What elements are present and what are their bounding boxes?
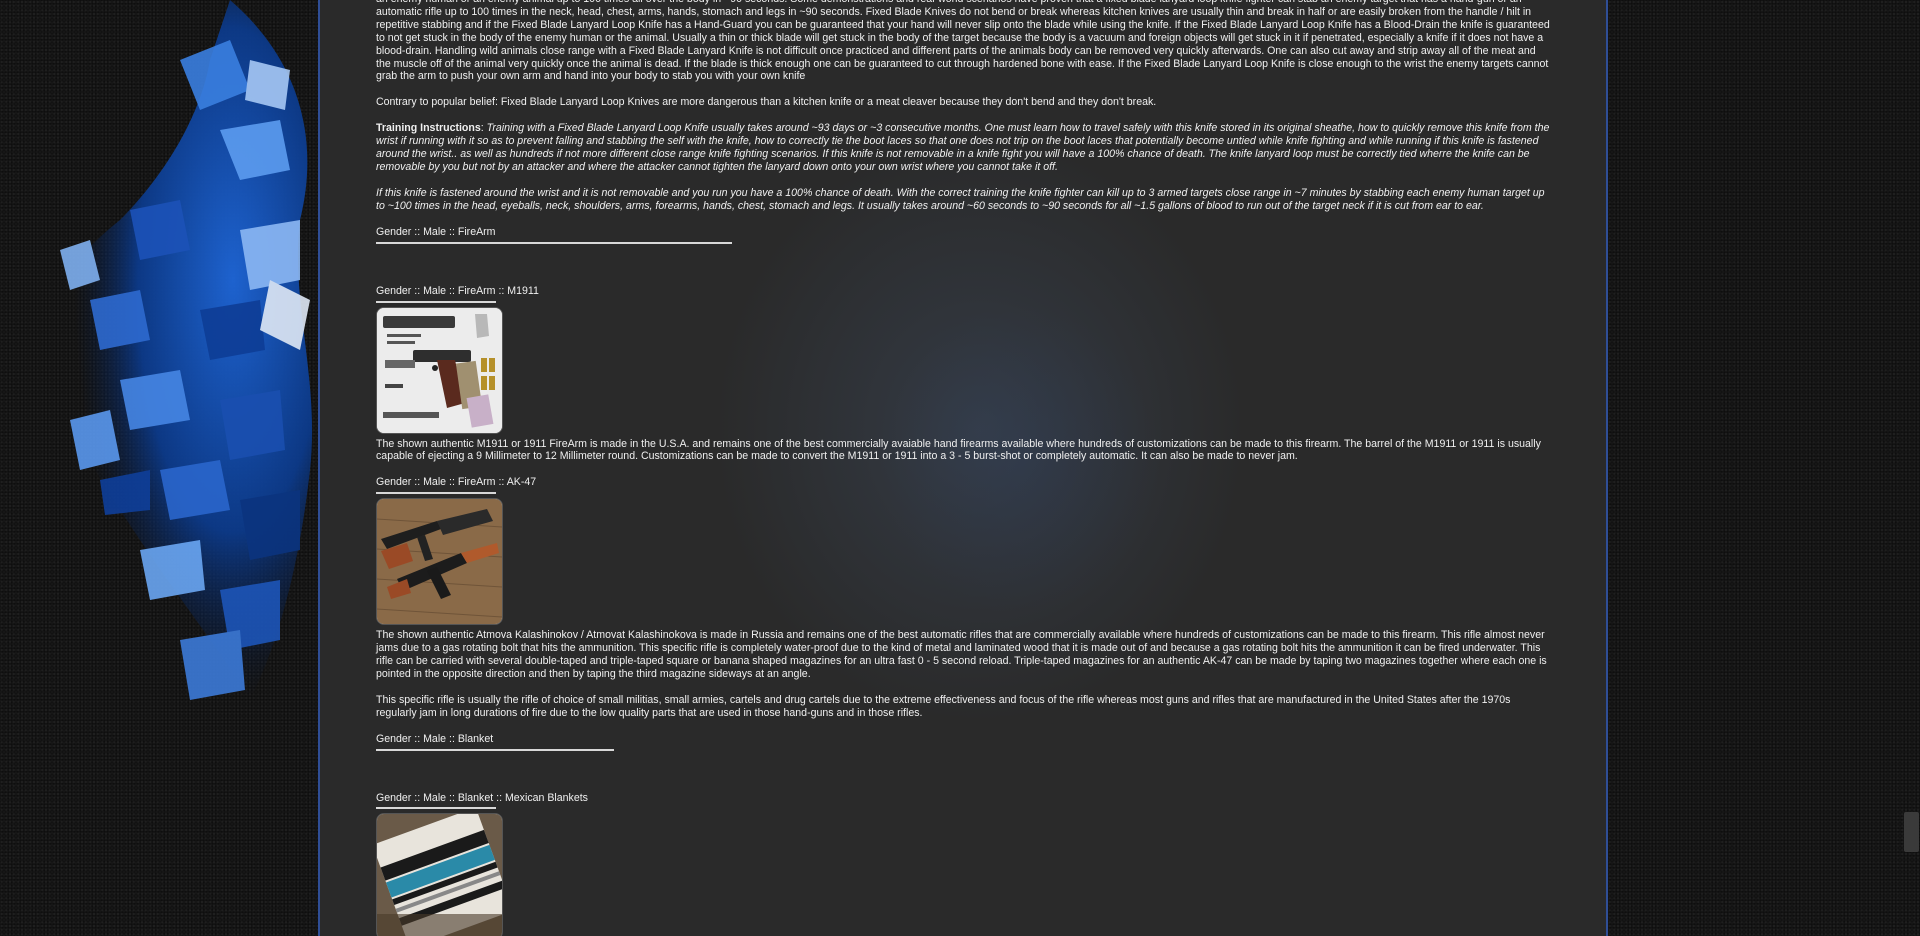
mexican-blankets-image[interactable] — [376, 813, 503, 936]
article-content: an enemy human or an enemy animal up to … — [376, 0, 1552, 936]
section-divider — [376, 241, 732, 244]
main-content-panel: an enemy human or an enemy animal up to … — [318, 0, 1608, 936]
section-divider — [376, 748, 614, 751]
m1911-image[interactable] — [376, 306, 503, 434]
ak47-image[interactable] — [376, 498, 503, 626]
ak47-description-2: This specific rifle is usually the rifle… — [376, 693, 1511, 719]
ak47-description: The shown authentic Atmova Kalashinokov … — [376, 629, 1547, 680]
m1911-description: The shown authentic M1911 or 1911 FireAr… — [376, 437, 1541, 463]
mexican-blankets-title: Gender :: Male :: Blanket :: Mexican Bla… — [376, 791, 588, 804]
training-text-2: If this knife is fastened around the wri… — [376, 186, 1545, 212]
title-underline — [376, 807, 496, 810]
training-label: Training Instructions — [376, 122, 481, 135]
blanket-section-title: Gender :: Male :: Blanket — [376, 732, 494, 745]
training-instructions: Training Instructions: Training with a F… — [376, 122, 1550, 173]
decorative-artwork — [0, 0, 320, 936]
knife-paragraph-1: an enemy human or an enemy animal up to … — [376, 0, 1550, 83]
knife-paragraph-2: Contrary to popular belief: Fixed Blade … — [376, 96, 1157, 109]
scrollbar-thumb[interactable] — [1904, 812, 1919, 852]
m1911-title: Gender :: Male :: FireArm :: M1911 — [376, 284, 539, 297]
page-scrollbar[interactable] — [1903, 0, 1920, 936]
title-underline — [376, 300, 496, 303]
firearm-section-title: Gender :: Male :: FireArm — [376, 225, 496, 238]
ak47-title: Gender :: Male :: FireArm :: AK-47 — [376, 476, 537, 489]
title-underline — [376, 492, 496, 495]
training-text: Training with a Fixed Blade Lanyard Loop… — [376, 122, 1550, 173]
